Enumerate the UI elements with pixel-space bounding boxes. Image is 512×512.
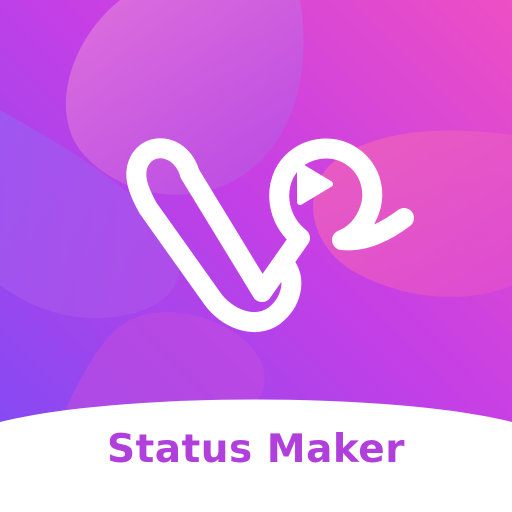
- app-name-label: Status Maker: [107, 427, 405, 472]
- app-icon[interactable]: Status Maker: [0, 0, 512, 512]
